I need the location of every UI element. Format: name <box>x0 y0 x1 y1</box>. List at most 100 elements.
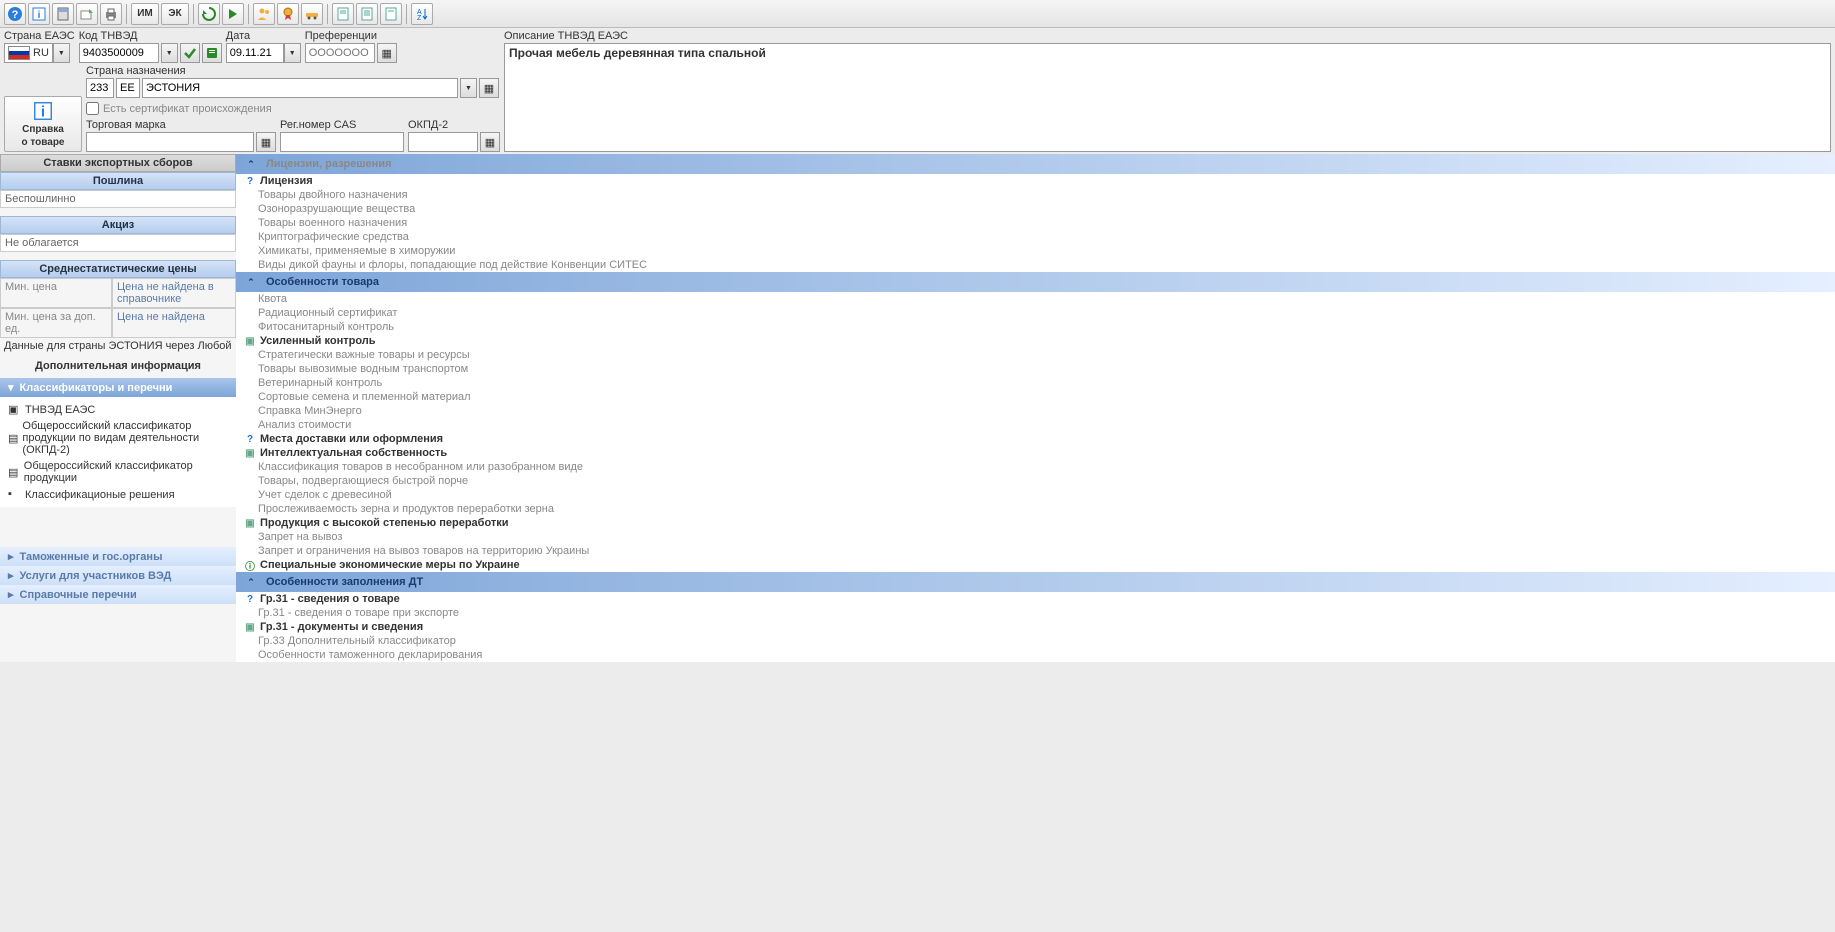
tb-page1-icon[interactable] <box>332 3 354 25</box>
right-panel: ⌃Лицензии, разрешения?ЛицензияТовары дво… <box>236 154 1835 662</box>
tb-im-button[interactable]: ИМ <box>131 3 159 25</box>
tnved-book-icon[interactable] <box>202 43 222 63</box>
tb-export-icon[interactable] <box>76 3 98 25</box>
list-item-header[interactable]: ?Лицензия <box>236 174 1835 188</box>
classifier-link[interactable]: ▤Общероссийский классификатор продукции <box>8 458 228 486</box>
tb-help-icon[interactable]: ? <box>4 3 26 25</box>
tb-calc-icon[interactable] <box>52 3 74 25</box>
dest-code-input[interactable] <box>86 78 114 98</box>
dest-grid-icon[interactable]: ▦ <box>479 78 499 98</box>
dest-cc-input[interactable] <box>116 78 140 98</box>
country-eaes-dropdown[interactable] <box>53 43 70 63</box>
list-item-header[interactable]: ▣Усиленный контроль <box>236 334 1835 348</box>
classifier-link[interactable]: ▣ТНВЭД ЕАЭС <box>8 401 228 418</box>
min-price-add-label: Мин. цена за доп. ед. <box>0 308 112 338</box>
list-item[interactable]: Товары двойного назначения <box>236 188 1835 202</box>
add-info-header: Дополнительная информация <box>0 354 236 378</box>
tnved-dropdown[interactable] <box>161 43 178 63</box>
list-item[interactable]: Фитосанитарный контроль <box>236 320 1835 334</box>
acc-services[interactable]: ▸ Услуги для участников ВЭД <box>0 566 236 585</box>
classifier-link[interactable]: ▪Классификационые решения <box>8 486 228 503</box>
list-item[interactable]: Ветеринарный контроль <box>236 376 1835 390</box>
group-header[interactable]: ⌃Особенности заполнения ДТ <box>236 572 1835 592</box>
list-item[interactable]: Стратегически важные товары и ресурсы <box>236 348 1835 362</box>
list-item[interactable]: Прослеживаемость зерна и продуктов перер… <box>236 502 1835 516</box>
acc-classifiers[interactable]: ▾ Классификаторы и перечни <box>0 378 236 397</box>
tb-next-icon[interactable] <box>222 3 244 25</box>
okpd-grid-icon[interactable]: ▦ <box>480 132 500 152</box>
list-item[interactable]: Товары военного назначения <box>236 216 1835 230</box>
trade-mark-input[interactable] <box>86 132 254 152</box>
tb-page2-icon[interactable] <box>356 3 378 25</box>
list-item[interactable]: Квота <box>236 292 1835 306</box>
tb-car-icon[interactable] <box>301 3 323 25</box>
date-label: Дата <box>226 30 301 42</box>
desc-label: Описание ТНВЭД ЕАЭС <box>504 30 1831 42</box>
list-item[interactable]: Виды дикой фауны и флоры, попадающие под… <box>236 258 1835 272</box>
collapse-icon[interactable]: ⌃ <box>244 157 258 171</box>
tb-info-icon[interactable]: i <box>28 3 50 25</box>
list-item[interactable]: Химикаты, применяемые в химоружии <box>236 244 1835 258</box>
tnved-input[interactable] <box>79 43 159 63</box>
trade-mark-grid-icon[interactable]: ▦ <box>256 132 276 152</box>
tnved-label: Код ТНВЭД <box>79 30 222 42</box>
list-item-header[interactable]: ▣Продукция с высокой степенью переработк… <box>236 516 1835 530</box>
classifier-link[interactable]: ▤Общероссийский классификатор продукции … <box>8 418 228 458</box>
tb-users-icon[interactable] <box>253 3 275 25</box>
list-item[interactable]: Радиационный сертификат <box>236 306 1835 320</box>
product-info-button[interactable]: i Справка о товаре <box>4 96 82 152</box>
dest-name-input[interactable] <box>142 78 458 98</box>
collapse-icon[interactable]: ⌃ <box>244 275 258 289</box>
list-item[interactable]: Запрет и ограничения на вывоз товаров на… <box>236 544 1835 558</box>
tree-icon: ▤ <box>8 432 18 445</box>
tnved-check-icon[interactable] <box>180 43 200 63</box>
list-item[interactable]: Озоноразрушающие вещества <box>236 202 1835 216</box>
country-eaes-select[interactable]: RU <box>4 43 53 63</box>
svg-text:i: i <box>41 104 45 121</box>
acc-reference[interactable]: ▸ Справочные перечни <box>0 585 236 604</box>
collapse-icon[interactable]: ⌃ <box>244 575 258 589</box>
tree-icon: ▤ <box>8 466 20 479</box>
header-form: Страна ЕАЭС RU Код ТНВЭД <box>0 28 1835 154</box>
list-item[interactable]: Анализ стоимости <box>236 418 1835 432</box>
pref-label: Преференции <box>305 30 397 42</box>
tb-refresh-icon[interactable] <box>198 3 220 25</box>
tb-sort-icon[interactable]: AZ <box>411 3 433 25</box>
help-icon: ? <box>244 593 256 605</box>
list-item-header[interactable]: ▣Гр.31 - документы и сведения <box>236 620 1835 634</box>
pref-input[interactable] <box>305 43 375 63</box>
list-item[interactable]: Справка МинЭнерго <box>236 404 1835 418</box>
date-dropdown[interactable] <box>284 43 301 63</box>
list-item[interactable]: Сортовые семена и племенной материал <box>236 390 1835 404</box>
dest-dropdown[interactable] <box>460 78 477 98</box>
list-item[interactable]: Гр.31 - сведения о товаре при экспорте <box>236 606 1835 620</box>
desc-textarea[interactable]: Прочая мебель деревянная типа спальной <box>504 43 1831 152</box>
pref-grid-icon[interactable]: ▦ <box>377 43 397 63</box>
tree-icon: ▣ <box>8 403 21 416</box>
tb-ek-button[interactable]: ЭК <box>161 3 189 25</box>
list-item-header[interactable]: ▣Интеллектуальная собственность <box>236 446 1835 460</box>
list-item[interactable]: Классификация товаров в несобранном или … <box>236 460 1835 474</box>
country-note: Данные для страны ЭСТОНИЯ через Любой <box>0 338 236 354</box>
cert-checkbox[interactable] <box>86 102 99 115</box>
group-header[interactable]: ⌃Особенности товара <box>236 272 1835 292</box>
list-item[interactable]: Товары, подвергающиеся быстрой порче <box>236 474 1835 488</box>
list-item-header[interactable]: ?Места доставки или оформления <box>236 432 1835 446</box>
acc-customs[interactable]: ▸ Таможенные и гос.органы <box>0 547 236 566</box>
list-item-header[interactable]: ⓘСпециальные экономические меры по Украи… <box>236 558 1835 572</box>
group-header[interactable]: ⌃Лицензии, разрешения <box>236 154 1835 174</box>
cas-input[interactable] <box>280 132 404 152</box>
date-input[interactable] <box>226 43 284 63</box>
list-item[interactable]: Учет сделок с древесиной <box>236 488 1835 502</box>
tb-page3-icon[interactable] <box>380 3 402 25</box>
list-item[interactable]: Запрет на вывоз <box>236 530 1835 544</box>
chevron-right-icon: ▸ <box>8 550 14 563</box>
okpd-input[interactable] <box>408 132 478 152</box>
tb-print-icon[interactable] <box>100 3 122 25</box>
list-item-header[interactable]: ?Гр.31 - сведения о товаре <box>236 592 1835 606</box>
list-item[interactable]: Гр.33 Дополнительный классификатор <box>236 634 1835 648</box>
list-item[interactable]: Криптографические средства <box>236 230 1835 244</box>
tb-cert-icon[interactable] <box>277 3 299 25</box>
list-item[interactable]: Товары вывозимые водным транспортом <box>236 362 1835 376</box>
list-item[interactable]: Особенности таможенного декларирования <box>236 648 1835 662</box>
